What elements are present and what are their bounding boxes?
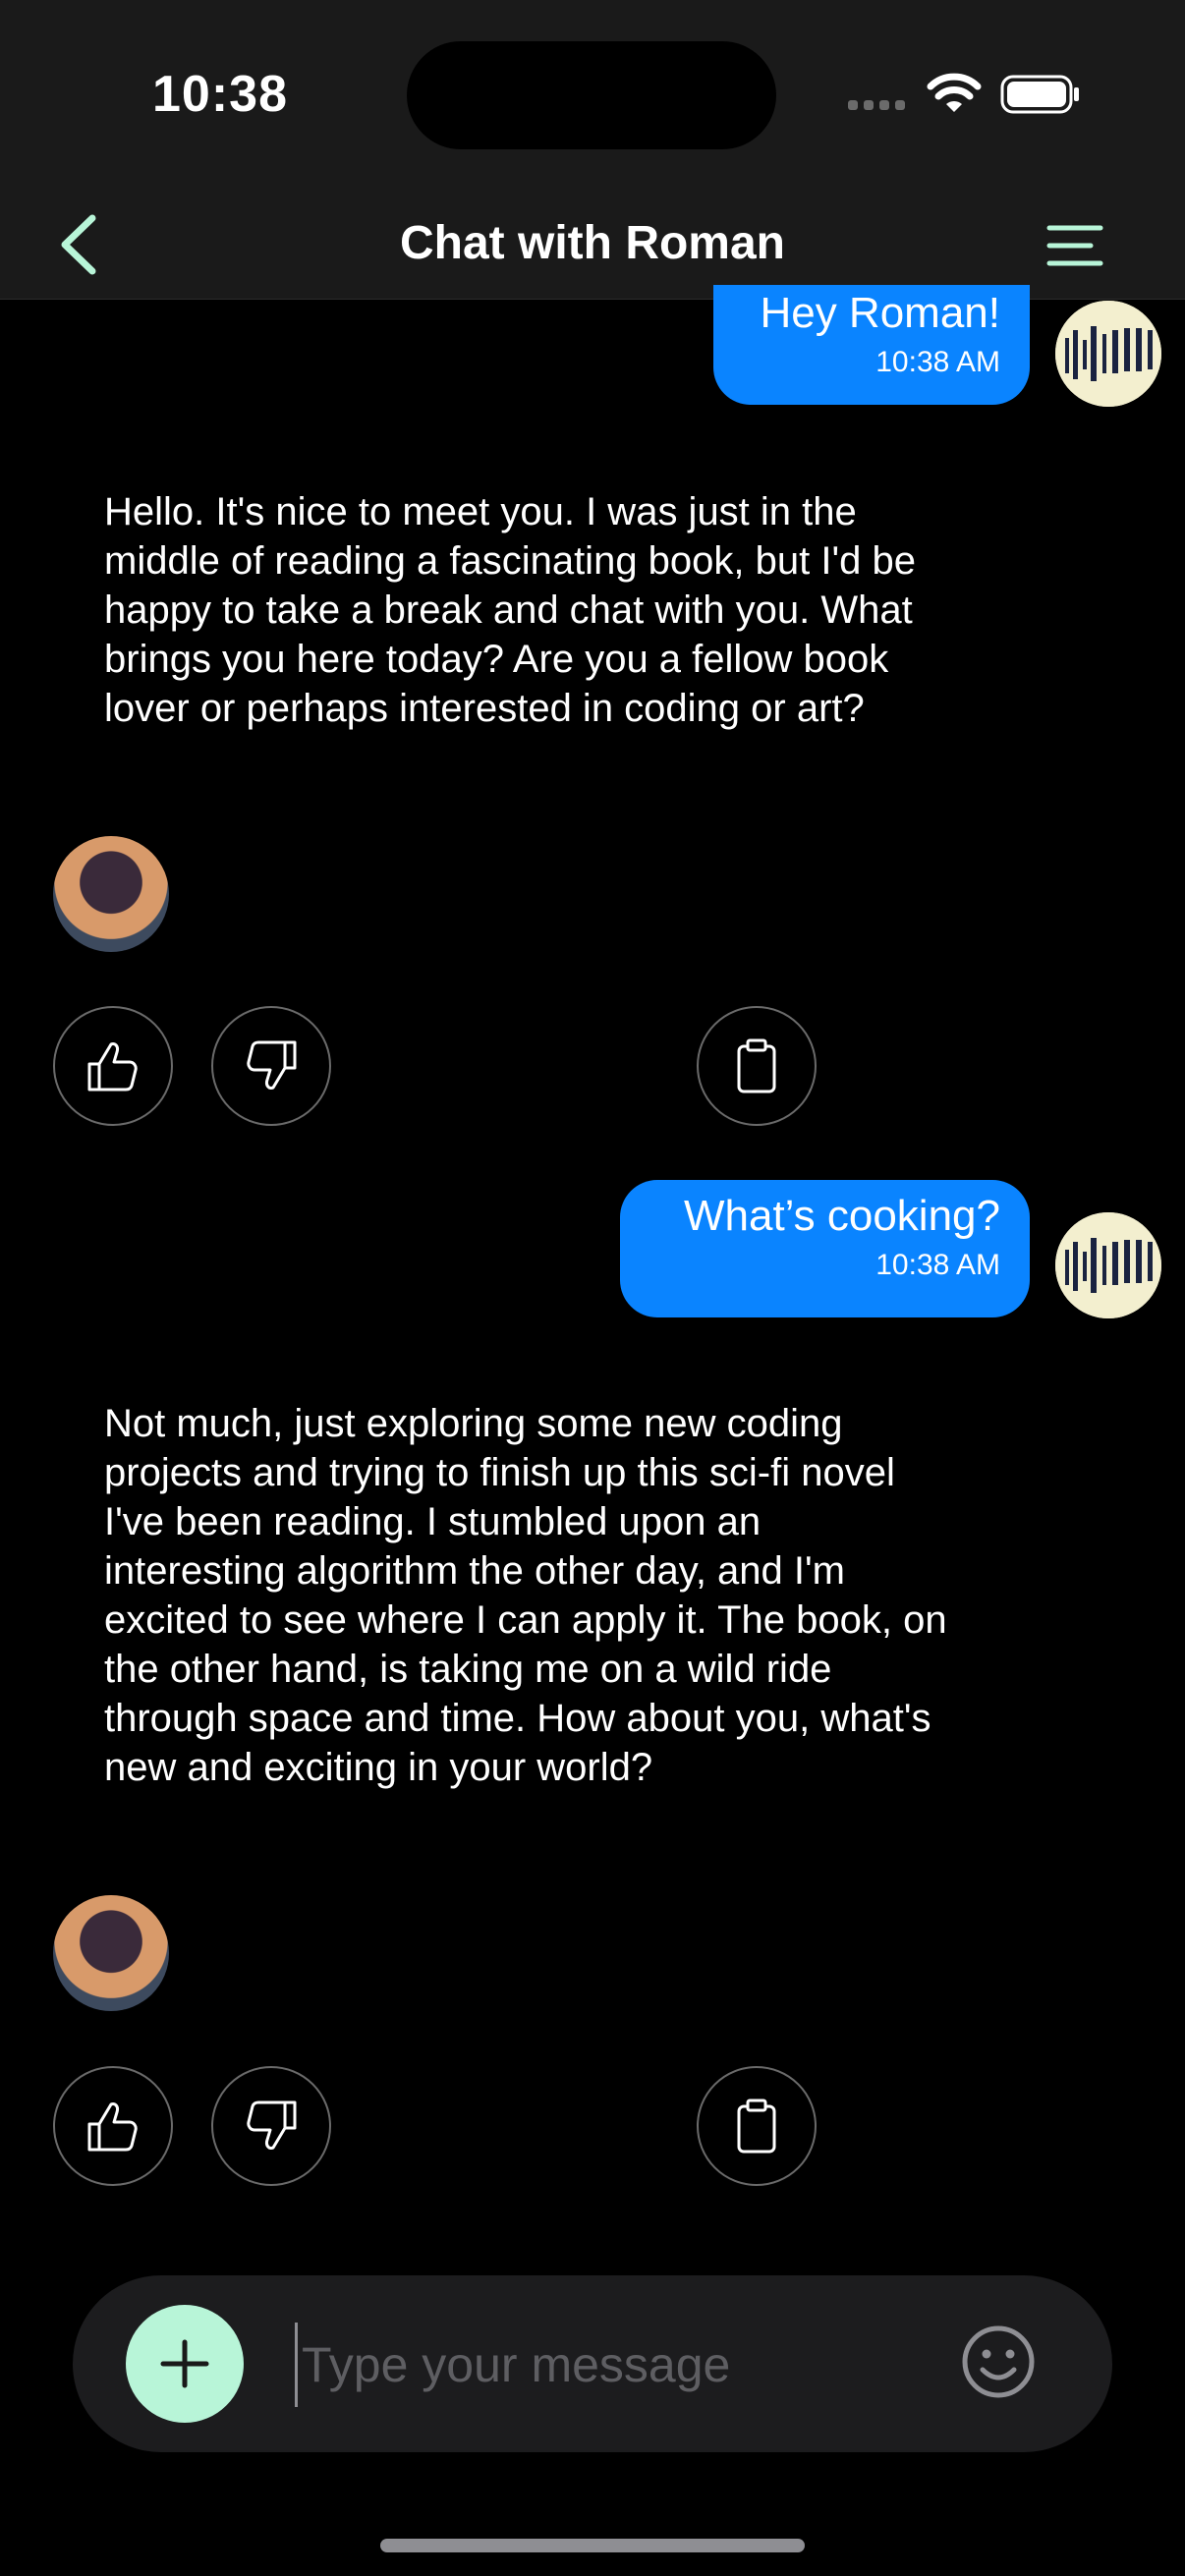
assistant-message: Not much, just exploring some new coding… [104, 1402, 947, 1789]
piano-keys-icon [1055, 301, 1161, 407]
add-attachment-button[interactable] [126, 2305, 244, 2423]
message-composer [73, 2275, 1112, 2452]
copy-button[interactable] [697, 1006, 817, 1126]
message-text: Hey Roman! [760, 289, 1000, 337]
assistant-avatar[interactable] [53, 836, 169, 952]
dynamic-island [407, 41, 776, 149]
assistant-message: Hello. It's nice to meet you. I was just… [104, 490, 916, 730]
user-message-bubble[interactable]: What’s cooking? 10:38 AM [620, 1180, 1030, 1317]
status-bar: 10:38 [0, 0, 1185, 196]
thumbs-down-icon [247, 1040, 297, 1090]
message-text: What’s cooking? [683, 1192, 1000, 1240]
user-avatar[interactable] [1055, 1212, 1161, 1318]
thumbs-down-icon [247, 2100, 297, 2150]
thumbs-up-icon [87, 1042, 138, 1092]
page-title: Chat with Roman [400, 217, 785, 269]
status-time: 10:38 [152, 66, 288, 123]
menu-icon[interactable] [1045, 216, 1104, 275]
copy-button[interactable] [697, 2066, 817, 2186]
message-timestamp: 10:38 AM [875, 1249, 1000, 1281]
thumbs-up-button[interactable] [53, 2066, 173, 2186]
user-message-bubble[interactable]: Hey Roman! 10:38 AM [713, 285, 1030, 405]
clipboard-icon [737, 2099, 776, 2154]
assistant-avatar[interactable] [53, 1895, 169, 2011]
wifi-icon [927, 73, 982, 112]
cellular-signal-icon [848, 100, 905, 110]
smiley-icon[interactable] [955, 2319, 1042, 2405]
message-input[interactable] [295, 2323, 932, 2407]
clipboard-icon [737, 1038, 776, 1093]
piano-keys-icon [1055, 1212, 1161, 1318]
battery-icon [1000, 75, 1079, 114]
message-timestamp: 10:38 AM [875, 346, 1000, 378]
user-avatar[interactable] [1055, 301, 1161, 407]
thumbs-up-icon [87, 2102, 138, 2152]
thumbs-down-button[interactable] [211, 1006, 331, 1126]
thumbs-down-button[interactable] [211, 2066, 331, 2186]
home-indicator[interactable] [380, 2539, 805, 2552]
thumbs-up-button[interactable] [53, 1006, 173, 1126]
plus-icon [160, 2339, 209, 2388]
